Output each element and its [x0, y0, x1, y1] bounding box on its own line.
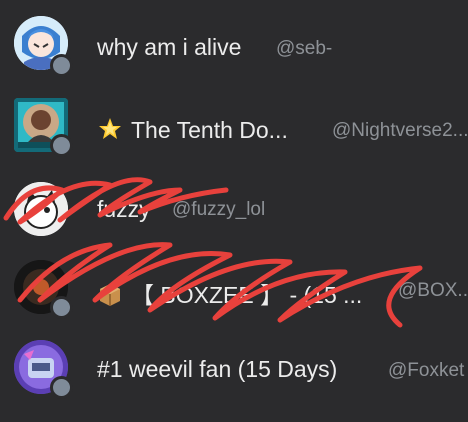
member-name-text: The Tenth Do... — [131, 117, 288, 143]
member-row[interactable]: 【 BOXZEE 】 - (15 ... @BOX... — [0, 254, 468, 324]
package-emoji-icon — [100, 284, 120, 306]
cat-avatar[interactable] — [14, 182, 68, 236]
member-row[interactable]: fuzzy @fuzzy_lol — [0, 174, 468, 244]
member-handle: @fuzzy_lol — [172, 199, 266, 220]
member-handle: @BOX... — [398, 280, 468, 301]
member-name-text: 【 BOXZEE 】 - (15 ... — [131, 282, 363, 308]
member-name[interactable]: #1 weevil fan (15 Days) — [97, 356, 337, 383]
member-handle: @Nightverse2... — [332, 120, 468, 141]
member-name[interactable]: fuzzy — [97, 196, 151, 223]
member-row[interactable]: why am i alive @seb- — [0, 10, 468, 80]
status-offline-icon — [50, 134, 73, 157]
status-offline-icon — [50, 296, 73, 319]
member-row[interactable]: #1 weevil fan (15 Days) @Foxket — [0, 334, 468, 404]
member-handle: @seb- — [276, 38, 333, 59]
star-emoji-icon — [99, 118, 121, 139]
status-offline-icon — [50, 54, 73, 77]
member-row[interactable]: The Tenth Do... @Nightverse2... — [0, 90, 468, 160]
status-offline-icon — [50, 376, 73, 399]
member-name[interactable]: why am i alive — [97, 34, 241, 61]
member-handle: @Foxket — [388, 360, 465, 381]
member-name[interactable]: 【 BOXZEE 】 - (15 ... — [97, 276, 362, 310]
member-list: why am i alive @seb- The Tenth Do... @Ni… — [0, 0, 468, 422]
member-name[interactable]: The Tenth Do... — [97, 116, 288, 144]
